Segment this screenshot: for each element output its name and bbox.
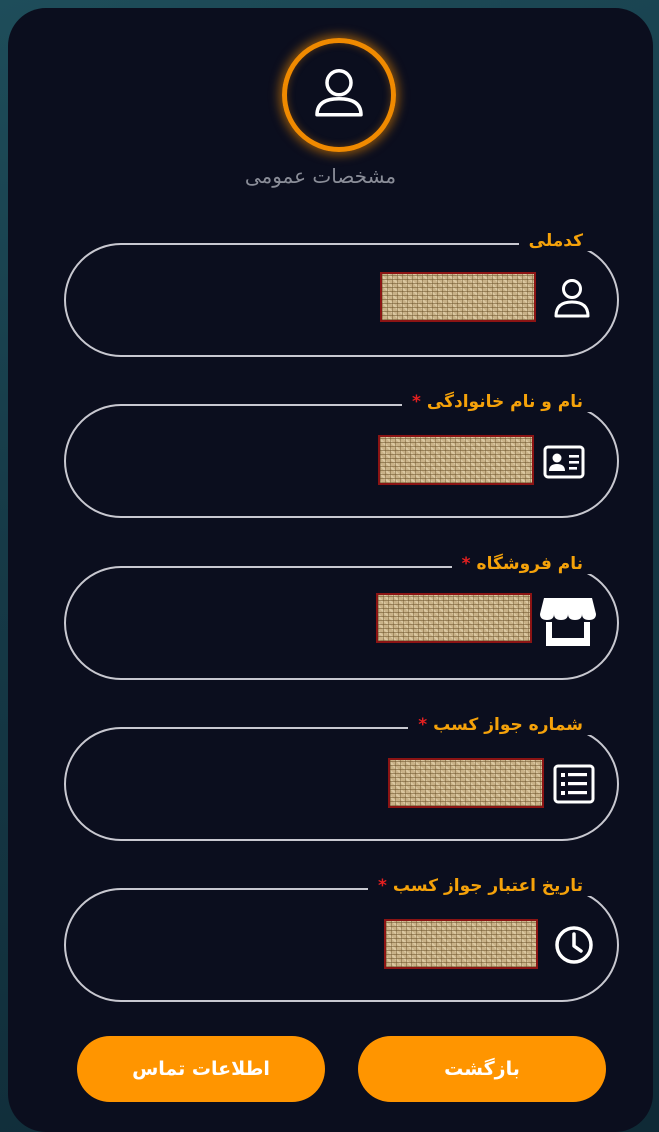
national-code-field[interactable]: کدملی [64, 231, 619, 357]
required-mark: * [461, 554, 471, 574]
redacted-value [384, 919, 538, 969]
user-icon [315, 69, 363, 117]
field-label: تاریخ اعتبار جواز کسب [392, 876, 583, 896]
section-title: مشخصات عمومی [244, 164, 397, 188]
store-icon [540, 598, 596, 646]
redacted-value [376, 593, 532, 643]
required-mark: * [412, 392, 421, 412]
contact-info-button[interactable]: اطلاعات تماس [77, 1036, 325, 1102]
field-border [64, 404, 619, 518]
back-button[interactable]: بازگشت [358, 1036, 606, 1102]
field-label-wrap: تاریخ اعتبار جواز کسب* [367, 876, 593, 896]
field-label-wrap: نام و نام خانوادگی* [402, 392, 593, 412]
field-label-wrap: کدملی [518, 231, 593, 251]
field-label: شماره جواز کسب [433, 715, 583, 735]
license-number-field[interactable]: شماره جواز کسب* [64, 715, 619, 841]
field-label-wrap: شماره جواز کسب* [408, 715, 593, 735]
field-border [64, 566, 619, 680]
field-label: کدملی [528, 231, 583, 251]
user-icon [554, 279, 590, 318]
redacted-value [378, 435, 534, 485]
redacted-value [380, 272, 536, 322]
clock-icon[interactable] [552, 923, 596, 967]
store-name-field[interactable]: نام فروشگاه* [64, 554, 619, 680]
field-label-wrap: نام فروشگاه* [451, 554, 593, 574]
list-icon [553, 764, 595, 804]
required-mark: * [418, 715, 428, 735]
field-label: نام و نام خانوادگی [426, 392, 583, 412]
avatar [282, 38, 396, 152]
field-label: نام فروشگاه [476, 554, 583, 574]
required-mark: * [377, 876, 387, 896]
license-expiry-field[interactable]: تاریخ اعتبار جواز کسب* [64, 876, 619, 1002]
redacted-value [388, 758, 544, 808]
full-name-field[interactable]: نام و نام خانوادگی* [64, 392, 619, 518]
id-card-icon [543, 445, 585, 479]
